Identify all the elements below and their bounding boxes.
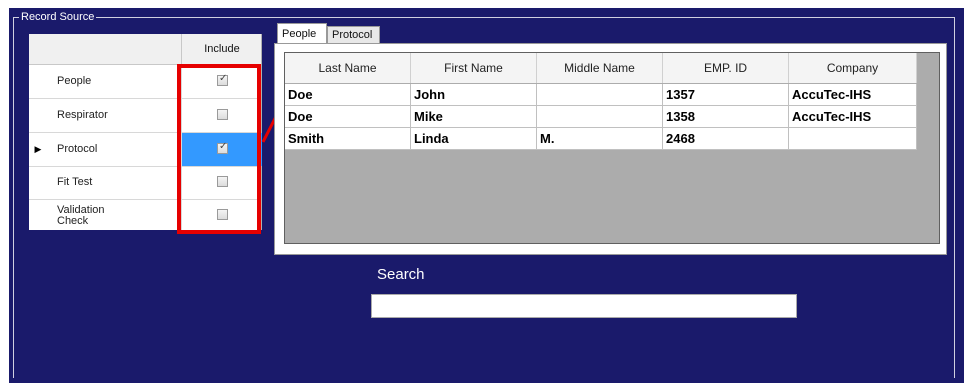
- cell-company[interactable]: [789, 128, 917, 150]
- cell-middle-name[interactable]: [537, 106, 663, 128]
- column-header-middle-name[interactable]: Middle Name: [537, 53, 663, 83]
- cell-first-name[interactable]: John: [411, 84, 537, 106]
- column-header-last-name[interactable]: Last Name: [285, 53, 411, 83]
- table-row[interactable]: Smith Linda M. 2468: [285, 128, 917, 150]
- column-header-first-name[interactable]: First Name: [411, 53, 537, 83]
- column-header-company[interactable]: Company: [789, 53, 917, 83]
- cell-first-name[interactable]: Mike: [411, 106, 537, 128]
- cell-last-name[interactable]: Doe: [285, 84, 411, 106]
- tab-protocol[interactable]: Protocol: [327, 26, 380, 43]
- cell-first-name[interactable]: Linda: [411, 128, 537, 150]
- cell-emp-id[interactable]: 1357: [663, 84, 789, 106]
- table-row[interactable]: Doe John 1357 AccuTec-IHS: [285, 84, 917, 106]
- search-label: Search: [377, 266, 425, 283]
- cell-company[interactable]: AccuTec-IHS: [789, 84, 917, 106]
- table-row[interactable]: Doe Mike 1358 AccuTec-IHS: [285, 106, 917, 128]
- people-grid-header: Last Name First Name Middle Name EMP. ID…: [285, 53, 917, 83]
- cell-middle-name[interactable]: M.: [537, 128, 663, 150]
- search-input[interactable]: [371, 294, 797, 318]
- cell-last-name[interactable]: Doe: [285, 106, 411, 128]
- cell-last-name[interactable]: Smith: [285, 128, 411, 150]
- cell-emp-id[interactable]: 1358: [663, 106, 789, 128]
- tab-people[interactable]: People: [277, 23, 327, 43]
- column-header-emp-id[interactable]: EMP. ID: [663, 53, 789, 83]
- cell-company[interactable]: AccuTec-IHS: [789, 106, 917, 128]
- cell-middle-name[interactable]: [537, 84, 663, 106]
- cell-emp-id[interactable]: 2468: [663, 128, 789, 150]
- people-grid: Last Name First Name Middle Name EMP. ID…: [284, 52, 940, 244]
